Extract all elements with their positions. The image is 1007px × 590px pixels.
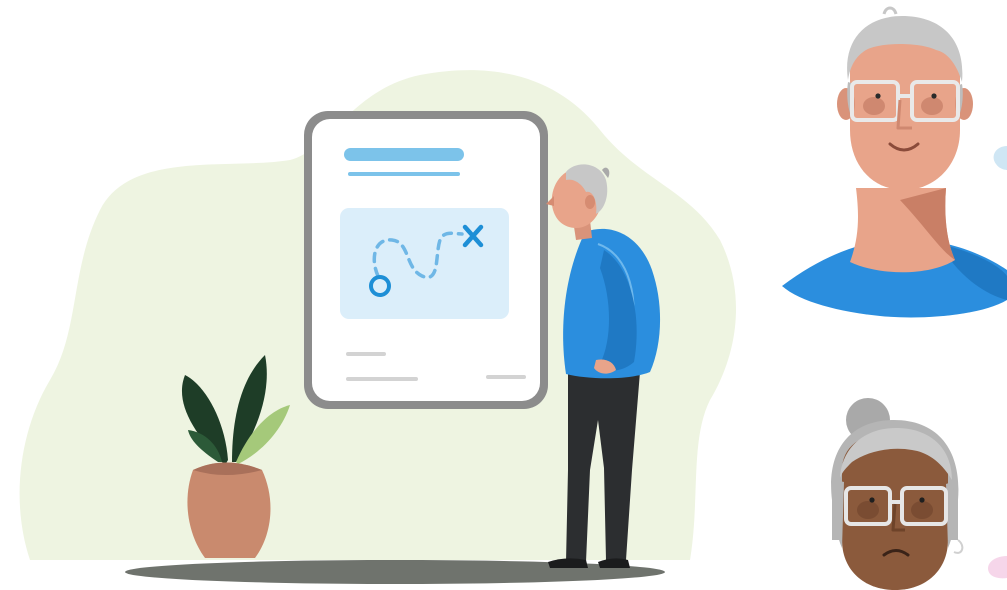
illustration-scene xyxy=(19,6,1007,590)
edge-blob-blue xyxy=(993,146,1007,170)
edge-blob-pink xyxy=(987,556,1007,579)
older-man-portrait xyxy=(782,6,1007,318)
card-footer-line-short xyxy=(346,352,386,356)
card-footer-line-right xyxy=(486,375,526,379)
card-title-bar xyxy=(344,148,464,161)
card-footer-line-long xyxy=(346,377,418,381)
route-map-icon xyxy=(340,208,509,319)
document-card-icon xyxy=(304,111,548,409)
card-subtitle-line xyxy=(348,172,460,176)
older-woman-portrait xyxy=(831,398,964,590)
